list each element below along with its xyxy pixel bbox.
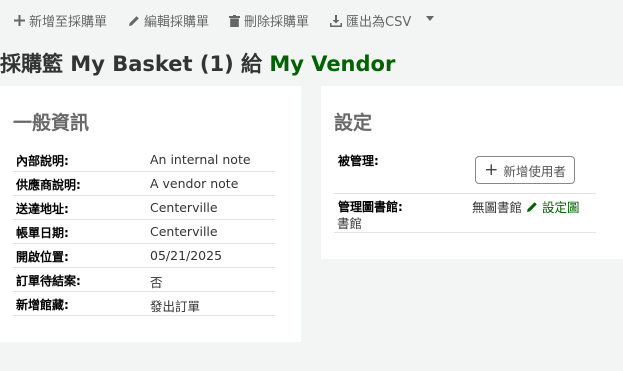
info-label: 新增館藏: bbox=[16, 298, 69, 312]
info-row-order-pending: 訂單待結案: 否 bbox=[13, 267, 275, 292]
info-value: A vendor note bbox=[150, 176, 239, 191]
info-label: 送達地址: bbox=[16, 202, 69, 216]
pencil-icon bbox=[527, 202, 537, 212]
settings-panel: 設定 被管理: + 新增使用者 管理圖書館: 無圖書館 設定圖 書館 bbox=[321, 86, 623, 259]
info-value: 05/21/2025 bbox=[150, 248, 223, 263]
set-library-link-continued[interactable]: 書館 bbox=[337, 213, 362, 232]
page-title-prefix: 採購籃 My Basket (1) 給 bbox=[0, 52, 262, 76]
add-to-basket-button[interactable]: 新增至採購單 bbox=[14, 11, 107, 30]
more-dropdown-caret-icon[interactable] bbox=[426, 16, 434, 21]
settings-row-library: 管理圖書館: 無圖書館 設定圖 書館 bbox=[334, 193, 596, 233]
info-value: 否 bbox=[150, 275, 163, 290]
info-row-open-location: 開啟位置: 05/21/2025 bbox=[13, 243, 275, 268]
info-row-billing-date: 帳單日期: Centerville bbox=[13, 219, 275, 244]
plus-icon bbox=[14, 15, 25, 26]
library-value: 無圖書館 bbox=[472, 200, 523, 215]
info-value: Centerville bbox=[150, 224, 218, 239]
delete-basket-button[interactable]: 刪除採購單 bbox=[229, 11, 309, 30]
info-value: Centerville bbox=[150, 200, 218, 215]
info-label: 帳單日期: bbox=[16, 226, 69, 240]
info-value: 發出訂單 bbox=[150, 299, 201, 314]
edit-basket-button[interactable]: 編輯採購單 bbox=[128, 11, 209, 30]
add-user-button[interactable]: + 新增使用者 bbox=[475, 156, 575, 184]
managed-label: 被管理: bbox=[338, 154, 379, 168]
plus-icon: + bbox=[484, 159, 499, 180]
export-csv-label: 匯出為CSV bbox=[346, 15, 412, 30]
settings-heading: 設定 bbox=[334, 112, 373, 134]
download-icon bbox=[330, 14, 342, 27]
info-row-add-items: 新增館藏: 發出訂單 bbox=[13, 291, 275, 316]
info-value: An internal note bbox=[150, 152, 251, 167]
delete-basket-label: 刪除採購單 bbox=[244, 15, 310, 30]
add-to-basket-label: 新增至採購單 bbox=[29, 15, 108, 30]
info-row-vendor-note: 供應商說明: A vendor note bbox=[13, 171, 275, 196]
info-row-delivery-address: 送達地址: Centerville bbox=[13, 195, 275, 220]
add-user-label: 新增使用者 bbox=[503, 163, 566, 179]
export-csv-button[interactable]: 匯出為CSV bbox=[330, 11, 411, 30]
info-label: 內部說明: bbox=[16, 154, 69, 168]
general-info-panel: 一般資訊 內部說明: An internal note 供應商說明: A ven… bbox=[0, 86, 301, 342]
general-info-heading: 一般資訊 bbox=[13, 112, 90, 134]
info-label: 開啟位置: bbox=[16, 250, 69, 264]
pencil-icon bbox=[129, 15, 139, 26]
toolbar: 新增至採購單 編輯採購單 刪除採購單 匯出為CSV bbox=[0, 0, 623, 38]
info-label: 供應商說明: bbox=[16, 178, 81, 192]
set-library-link[interactable]: 設定圖 bbox=[526, 200, 580, 215]
library-value-group: 無圖書館 設定圖 bbox=[472, 197, 580, 216]
info-row-internal-note: 內部說明: An internal note bbox=[13, 147, 275, 172]
vendor-link[interactable]: My Vendor bbox=[269, 52, 395, 76]
edit-basket-label: 編輯採購單 bbox=[144, 15, 210, 30]
trash-icon bbox=[229, 14, 240, 27]
set-library-label: 設定圖 bbox=[541, 200, 580, 215]
info-label: 訂單待結案: bbox=[16, 274, 81, 288]
page-title: 採購籃 My Basket (1) 給 My Vendor bbox=[0, 48, 395, 78]
